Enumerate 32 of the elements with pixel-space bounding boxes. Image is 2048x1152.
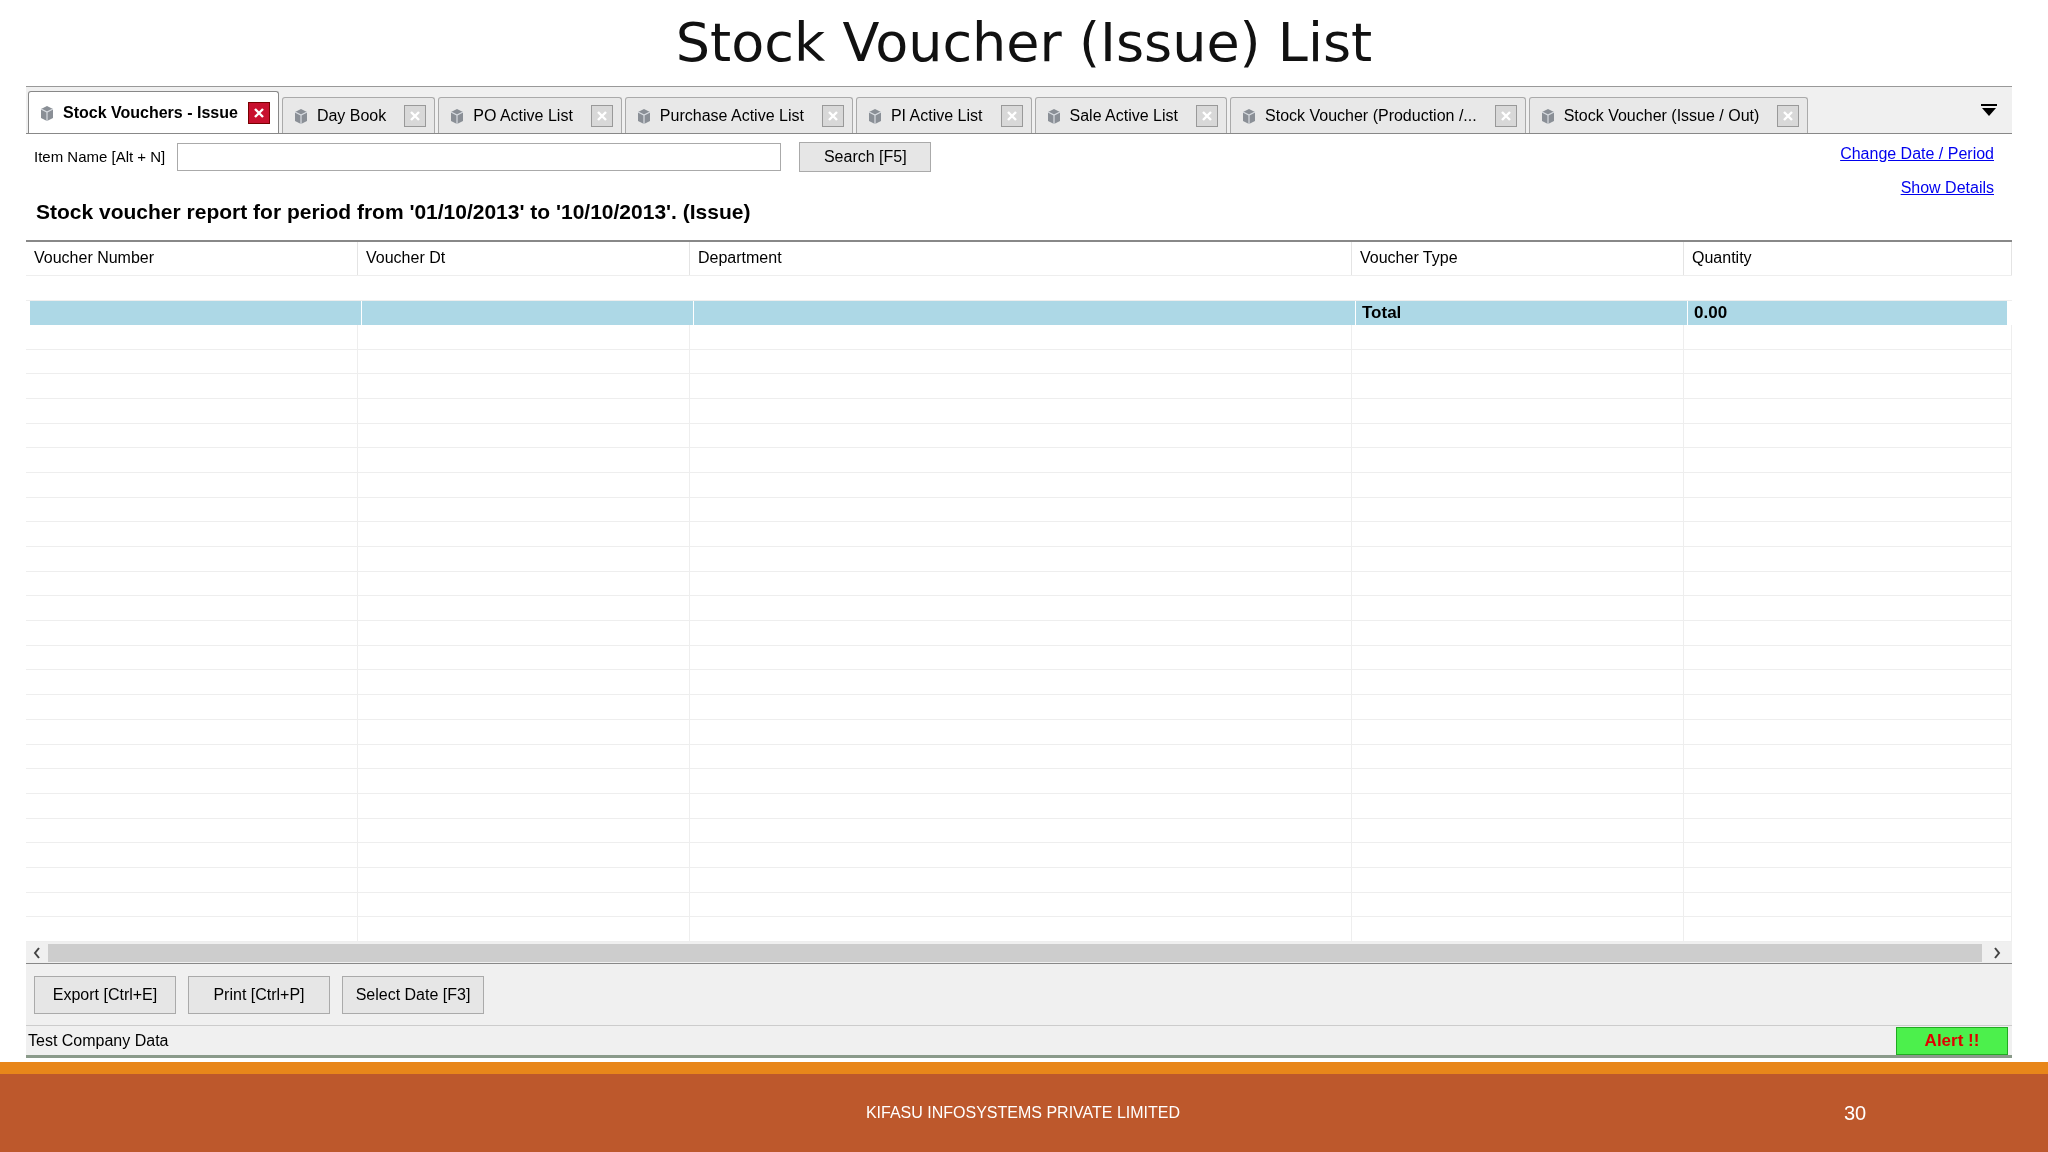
item-name-field[interactable] — [177, 143, 782, 171]
table-cell-text: 0.00 — [1694, 302, 1728, 325]
link[interactable]: Show Details — [1900, 176, 1994, 200]
item-name-label: Item Name [Alt + N] — [34, 146, 166, 167]
toolbar-button[interactable]: Export [Ctrl+E] — [34, 975, 176, 1014]
total-row[interactable]: Total 0.00 — [30, 300, 2008, 325]
tab[interactable]: Sale Active List — [1034, 97, 1227, 133]
column-header[interactable]: Voucher Dt — [358, 241, 690, 275]
column-header[interactable]: Quantity — [1684, 241, 2012, 275]
tab[interactable]: Stock Voucher (Issue / Out) — [1528, 97, 1809, 133]
toolbar-button[interactable]: Print [Ctrl+P] — [188, 975, 330, 1014]
close-icon[interactable] — [247, 101, 270, 124]
search-button[interactable]: Search [F5] — [799, 142, 932, 172]
tab[interactable]: PO Active List — [438, 97, 622, 133]
tab[interactable]: PI Active List — [855, 97, 1032, 133]
horizontal-scrollbar[interactable] — [26, 942, 2012, 964]
toolbar-button[interactable]: Select Date [F3] — [342, 975, 484, 1014]
tab[interactable]: Purchase Active List — [624, 97, 853, 133]
column-header[interactable]: Department — [690, 241, 1352, 275]
status-text: Test Company Data — [28, 1030, 169, 1051]
footer-company: KIFASU INFOSYSTEMS PRIVATE LIMITED — [865, 1103, 1181, 1123]
column-header[interactable]: Voucher Type — [1352, 241, 1684, 275]
page-number: 30 — [1844, 1101, 1867, 1126]
column-header[interactable]: Voucher Number — [26, 241, 358, 275]
tab[interactable]: Day Book — [281, 97, 436, 133]
tab[interactable]: Stock Vouchers - Issue — [28, 91, 279, 133]
dropdown-icon[interactable] — [1980, 103, 1998, 117]
link[interactable]: Change Date / Period — [1840, 142, 1994, 166]
tab[interactable]: Stock Voucher (Production /... — [1230, 97, 1526, 133]
slide-title: Stock Voucher (Issue) List — [675, 16, 1373, 70]
table-cell-text: Total — [1362, 302, 1402, 325]
report-heading: Stock voucher report for period from '01/10/2013' to '10/10/2013'. (Issue) — [35, 199, 752, 225]
